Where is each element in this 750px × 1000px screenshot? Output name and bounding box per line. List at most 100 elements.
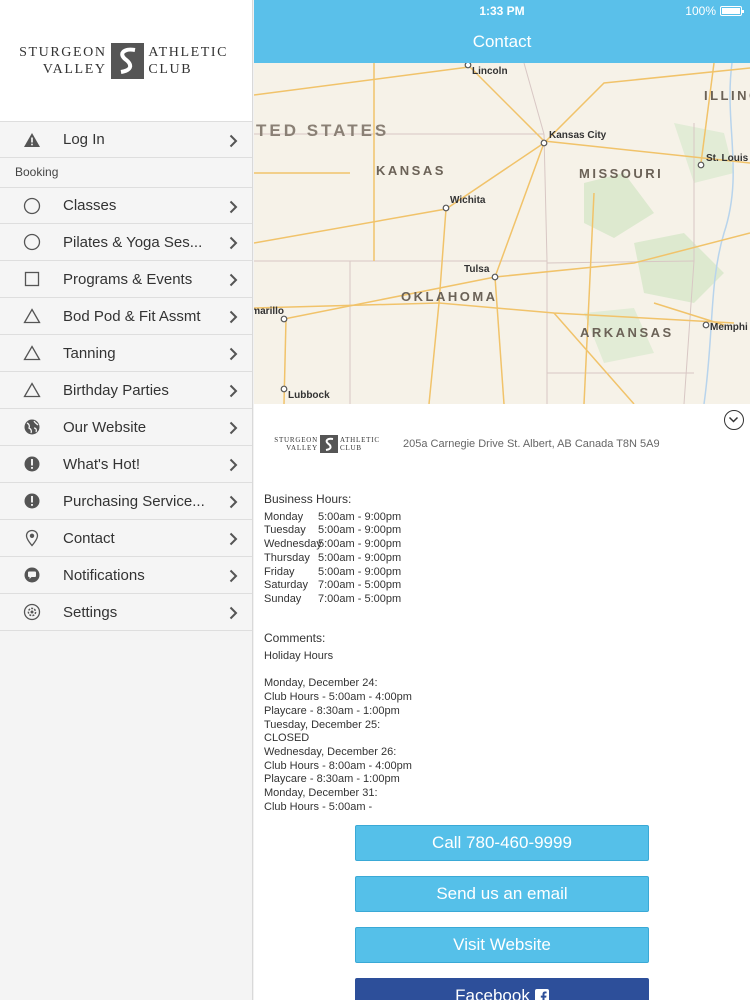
comments-subtitle: Holiday Hours <box>264 649 334 662</box>
map-city-label: Amarillo <box>254 306 285 317</box>
menu-item-log-in[interactable]: Log In <box>0 121 252 158</box>
hours-day: Wednesday <box>264 538 322 551</box>
chevron-right-icon <box>229 606 238 620</box>
comments: Comments: Holiday Hours Monday, December… <box>264 631 412 814</box>
comment-line: CLOSED <box>264 732 310 745</box>
call-button[interactable]: Call 780-460-9999 <box>355 825 649 861</box>
menu-item-pilates-yoga-ses[interactable]: Pilates & Yoga Ses... <box>0 224 252 261</box>
hours-day: Sunday <box>264 592 302 605</box>
status-time: 1:33 PM <box>479 4 525 18</box>
chevron-right-icon <box>229 134 238 148</box>
booking-menu-list: Classes Pilates & Yoga Ses... Programs & E… <box>0 187 252 631</box>
menu-item-label: Log In <box>63 131 105 148</box>
contact-info-panel: STURGEON VALLEY ATHLETIC CLUB 205a Carne… <box>254 404 750 1000</box>
map-country-label: TED STATES <box>256 121 390 140</box>
menu-item-birthday-parties[interactable]: Birthday Parties <box>0 372 252 409</box>
menu-item-label: Classes <box>63 197 117 214</box>
comment-line: Monday, December 31: <box>264 787 378 800</box>
contact-club-logo: STURGEON VALLEY ATHLETIC CLUB <box>272 435 386 453</box>
hours-day: Thursday <box>264 551 310 564</box>
logo-word-sturgeon: STURGEON <box>19 45 107 60</box>
menu-item-label: Settings <box>63 603 118 621</box>
menu-item-purchasing-service[interactable]: Purchasing Service... <box>0 483 252 520</box>
chevron-right-icon <box>229 458 238 472</box>
logo-s-mark-icon <box>320 435 338 453</box>
email-button-label: Send us an email <box>436 884 568 903</box>
menu-item-label: Contact <box>63 529 115 547</box>
circle-icon <box>23 197 41 215</box>
logo-word-athletic: ATHLETIC <box>340 436 380 444</box>
menu-item-our-website[interactable]: Our Website <box>0 409 252 446</box>
hours-day: Saturday <box>264 579 309 592</box>
comment-line: Playcare - 8:30am - 1:00pm <box>264 773 400 786</box>
hours-day: Friday <box>264 565 295 578</box>
map-city-label: Lubbock <box>288 390 330 401</box>
triangle-icon <box>23 344 41 362</box>
map-state-label: ARKANSAS <box>580 325 674 340</box>
hours-row: Wednesday 5:00am - 9:00pm <box>264 538 401 552</box>
menu-item-label: Tanning <box>63 344 116 362</box>
gear-icon <box>23 603 41 621</box>
menu-item-label: Purchasing Service... <box>63 492 205 510</box>
logo-word-club: CLUB <box>340 444 362 452</box>
collapse-button[interactable] <box>724 410 744 430</box>
logo-word-sturgeon: STURGEON <box>274 436 318 444</box>
menu-item-tanning[interactable]: Tanning <box>0 335 252 372</box>
map-view[interactable]: TED STATES KANSAS MISSOURI OKLAHOMA ARKA… <box>254 63 750 404</box>
chevron-down-icon <box>728 416 739 423</box>
hours-row: Sunday 7:00am - 5:00pm <box>264 593 401 607</box>
hours-time: 5:00am - 9:00pm <box>318 510 402 523</box>
facebook-icon <box>534 989 549 1000</box>
menu-item-label: What's Hot! <box>63 455 141 473</box>
chevron-right-icon <box>229 273 238 287</box>
map-city-label: Lincoln <box>472 66 508 77</box>
call-button-label: Call 780-460-9999 <box>432 833 572 852</box>
menu-item-what-s-hot[interactable]: What's Hot! <box>0 446 252 483</box>
triangle-icon <box>23 307 41 325</box>
menu-item-label: Our Website <box>63 418 147 436</box>
logo-word-athletic: ATHLETIC <box>148 45 229 60</box>
menu-item-programs-events[interactable]: Programs & Events <box>0 261 252 298</box>
logo-right-text: ATHLETIC CLUB <box>148 44 238 78</box>
hours-row: Monday 5:00am - 9:00pm <box>264 511 401 525</box>
map-state-label: KANSAS <box>376 163 446 178</box>
logo-word-valley: VALLEY <box>42 62 107 77</box>
website-button-label: Visit Website <box>453 935 551 954</box>
exclamation-icon <box>23 455 41 473</box>
warning-icon <box>23 131 41 149</box>
hours-day: Tuesday <box>264 524 306 537</box>
map-background <box>254 63 750 404</box>
facebook-button[interactable]: Facebook <box>355 978 649 1000</box>
menu-item-label: Programs & Events <box>63 270 193 288</box>
chevron-right-icon <box>229 569 238 583</box>
email-button[interactable]: Send us an email <box>355 876 649 912</box>
logo-left-text: STURGEON VALLEY <box>272 436 318 452</box>
visit-website-button[interactable]: Visit Website <box>355 927 649 963</box>
menu-item-settings[interactable]: Settings <box>0 594 252 631</box>
map-city-label: Memphi <box>710 322 748 333</box>
menu-item-classes[interactable]: Classes <box>0 187 252 224</box>
club-address: 205a Carnegie Drive St. Albert, AB Canad… <box>403 438 660 450</box>
chevron-right-icon <box>229 347 238 361</box>
menu-item-label: Notifications <box>63 566 145 584</box>
hours-row: Saturday 7:00am - 5:00pm <box>264 579 401 593</box>
menu-list: Log In <box>0 121 252 158</box>
hours-list: Monday 5:00am - 9:00pm Tuesday 5:00am - 9:0… <box>264 511 401 607</box>
pin-icon <box>23 529 41 547</box>
comment-line: Wednesday, December 26: <box>264 745 397 758</box>
hours-row: Friday 5:00am - 9:00pm <box>264 566 401 580</box>
status-battery: 100% <box>685 4 744 18</box>
map-city-label: Tulsa <box>464 264 490 275</box>
menu-item-contact[interactable]: Contact <box>0 520 252 557</box>
business-hours-title: Business Hours: <box>264 492 352 506</box>
logo-right-text: ATHLETIC CLUB <box>340 436 386 452</box>
hours-time: 7:00am - 5:00pm <box>318 579 402 592</box>
exclamation-icon <box>23 492 41 510</box>
comment-line: Club Hours - 5:00am - 4:00pm <box>264 691 412 704</box>
logo-word-valley: VALLEY <box>286 444 318 452</box>
hours-row: Thursday 5:00am - 9:00pm <box>264 552 401 566</box>
nav-bar: 1:33 PM 100% Contact <box>254 0 750 63</box>
menu-item-notifications[interactable]: Notifications <box>0 557 252 594</box>
hours-row: Tuesday 5:00am - 9:00pm <box>264 524 401 538</box>
menu-item-bod-pod-fit-assmt[interactable]: Bod Pod & Fit Assmt <box>0 298 252 335</box>
